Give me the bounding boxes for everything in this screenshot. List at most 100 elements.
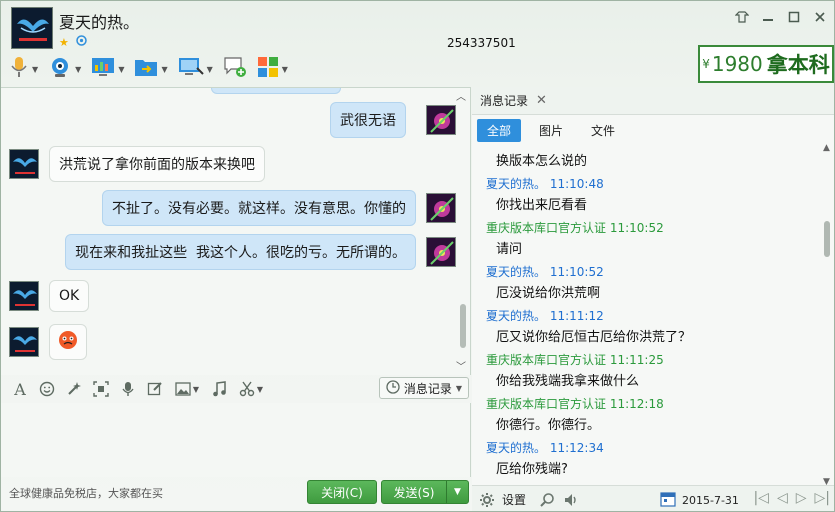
history-meta: 重庆版本库口官方认证 11:12:18 [486,393,818,415]
input-toolbar: A ▼ ▼ 消息记录 ▼ [1,375,471,403]
webcam-icon [48,55,72,83]
scroll-up-arrow-icon[interactable]: ▲ [823,143,830,153]
tab-files[interactable]: 文件 [581,119,625,142]
video-call-button[interactable]: ▼ [48,55,81,83]
history-message[interactable]: 厄没说给你洪荒啊 [486,283,818,305]
history-meta: 重庆版本库口官方认证 11:10:52 [486,217,818,239]
history-scrollbar[interactable]: ▲ ▼ [822,143,832,487]
prev-page-icon[interactable]: ◁ [777,490,788,506]
history-meta: 夏天的热。 11:10:48 [486,173,818,195]
chat-scrollbar-thumb[interactable] [460,304,466,348]
contact-id: 254337501 [447,36,516,50]
history-message[interactable]: 换版本怎么说的 [486,151,818,173]
next-page-icon[interactable]: ▷ [796,490,807,506]
history-message[interactable]: 你给我残端我拿来做什么 [486,371,818,393]
minimize-icon[interactable] [760,9,776,25]
footer-ad-link[interactable]: 全球健康品免税店，大家都在买 [9,485,163,501]
tab-all[interactable]: 全部 [477,118,522,142]
angry-emoji-icon [58,331,78,354]
message-bubble[interactable]: 现在来和我扯这些 我这个人。很吃的亏。无所谓的。 [65,234,416,270]
history-panel: 消息记录 ✕ 全部 图片 文件 换版本怎么说的 夏天的热。 11:10:48 你… [472,87,834,511]
message-area: 武很无语 洪荒说了拿你前面的版本来换吧 不扯了。没有必要。就这样。没有意思。你懂… [1,87,471,375]
settings-label[interactable]: 设置 [502,491,526,508]
history-message[interactable]: 请问 [486,239,818,261]
history-message[interactable]: 你德行。你德行。 [486,415,818,437]
contact-avatar-small[interactable] [9,149,39,179]
remote-assist-button[interactable]: ▼ [91,55,124,83]
voice-call-button[interactable]: ▼ [9,55,38,83]
history-scrollbar-thumb[interactable] [824,221,830,257]
history-sender: 重庆版本库口官方认证 [486,397,607,411]
music-icon[interactable] [210,380,228,398]
contact-avatar-small[interactable] [9,327,39,357]
history-entry: 你德行。你德行。 夏天的热。 11:12:34 [472,415,818,459]
my-avatar[interactable] [426,105,456,135]
font-icon[interactable]: A [11,380,29,399]
voice-message-icon[interactable] [119,380,137,398]
history-message[interactable]: 你找出来厄看看 [486,195,818,217]
chart-screen-icon [91,56,115,82]
chevron-down-icon: ▼ [118,64,125,74]
gear-icon[interactable] [478,491,496,509]
chevron-down-icon: ▼ [281,64,288,74]
window-controls [734,9,828,25]
history-message[interactable]: 厄给你残端? [486,459,818,481]
history-time: 11:12:34 [549,441,604,455]
message-bubble[interactable]: 洪荒说了拿你前面的版本来换吧 [49,146,265,182]
skin-icon[interactable] [734,9,750,25]
create-discussion-button[interactable] [223,55,247,83]
history-message[interactable]: 厄又说你给厄恒古厄给你洪荒了？ [486,327,818,349]
message-bubble[interactable]: OK [49,280,90,312]
history-meta: 夏天的热。 11:10:52 [486,261,818,283]
share-screen-button[interactable]: ▼ [178,55,213,83]
close-history-icon[interactable]: ✕ [536,93,547,108]
scroll-up-arrow-icon[interactable]: ︿ [456,88,466,103]
speaker-icon[interactable] [562,491,580,509]
tab-images[interactable]: 图片 [529,119,573,142]
history-sender: 夏天的热。 [486,265,547,279]
scroll-down-arrow-icon[interactable]: ﹀ [456,358,466,373]
message-bubble[interactable] [49,324,87,360]
last-page-icon[interactable]: ▷| [815,490,830,506]
history-time: 11:10:52 [609,221,664,235]
star-icon[interactable]: ★ [59,36,69,49]
first-page-icon[interactable]: |◁ [753,490,768,506]
banner-ad[interactable]: ¥ 1980 拿本科 [698,45,834,83]
message-input[interactable] [1,403,471,477]
message-bubble[interactable]: 不扯了。没有必要。就这样。没有意思。你懂的 [102,190,416,226]
date-picker[interactable]: 2015-7-31 [660,491,739,510]
magic-wand-icon[interactable] [65,380,83,398]
history-time: 11:10:48 [549,177,604,191]
edit-icon[interactable] [146,380,164,398]
chevron-down-icon: ▼ [455,383,462,393]
scissors-icon[interactable]: ▼ [237,380,265,398]
chevron-down-icon: ▼ [161,64,168,74]
history-entry: 厄又说你给厄恒古厄给你洪荒了？ 重庆版本库口官方认证 11:11:25 [472,327,818,371]
image-icon[interactable]: ▼ [173,380,201,398]
qzone-icon[interactable] [76,35,88,49]
my-avatar[interactable] [426,193,456,223]
send-button[interactable]: 发送(S) ▼ [381,480,469,504]
screenshot-icon[interactable] [92,380,110,398]
contact-avatar[interactable] [11,7,53,49]
history-entry: 厄没说给你洪荒啊 夏天的热。 11:11:12 [472,283,818,327]
my-avatar[interactable] [426,237,456,267]
history-entry: 请问 夏天的热。 11:10:52 [472,239,818,283]
send-button-label: 发送(S) [393,485,435,500]
maximize-icon[interactable] [786,9,802,25]
emoji-icon[interactable] [38,380,56,398]
monitor-icon [178,56,204,82]
chat-add-icon [223,55,247,83]
message-history-button[interactable]: 消息记录 ▼ [378,377,469,399]
send-options-chevron-icon[interactable]: ▼ [446,481,468,503]
close-button[interactable]: 关闭(C) [307,480,377,504]
apps-button[interactable]: ▼ [257,55,288,83]
search-icon[interactable] [538,491,556,509]
contact-avatar-small[interactable] [9,281,39,311]
folder-arrow-icon [134,56,158,82]
close-icon[interactable] [812,9,828,25]
send-file-button[interactable]: ▼ [134,55,168,83]
chat-toolbar: ▼ ▼ ▼ ▼ ▼ ▼ [9,55,288,83]
message-bubble[interactable]: 武很无语 [330,102,406,138]
history-entry: 你找出来厄看看 重庆版本库口官方认证 11:10:52 [472,195,818,239]
